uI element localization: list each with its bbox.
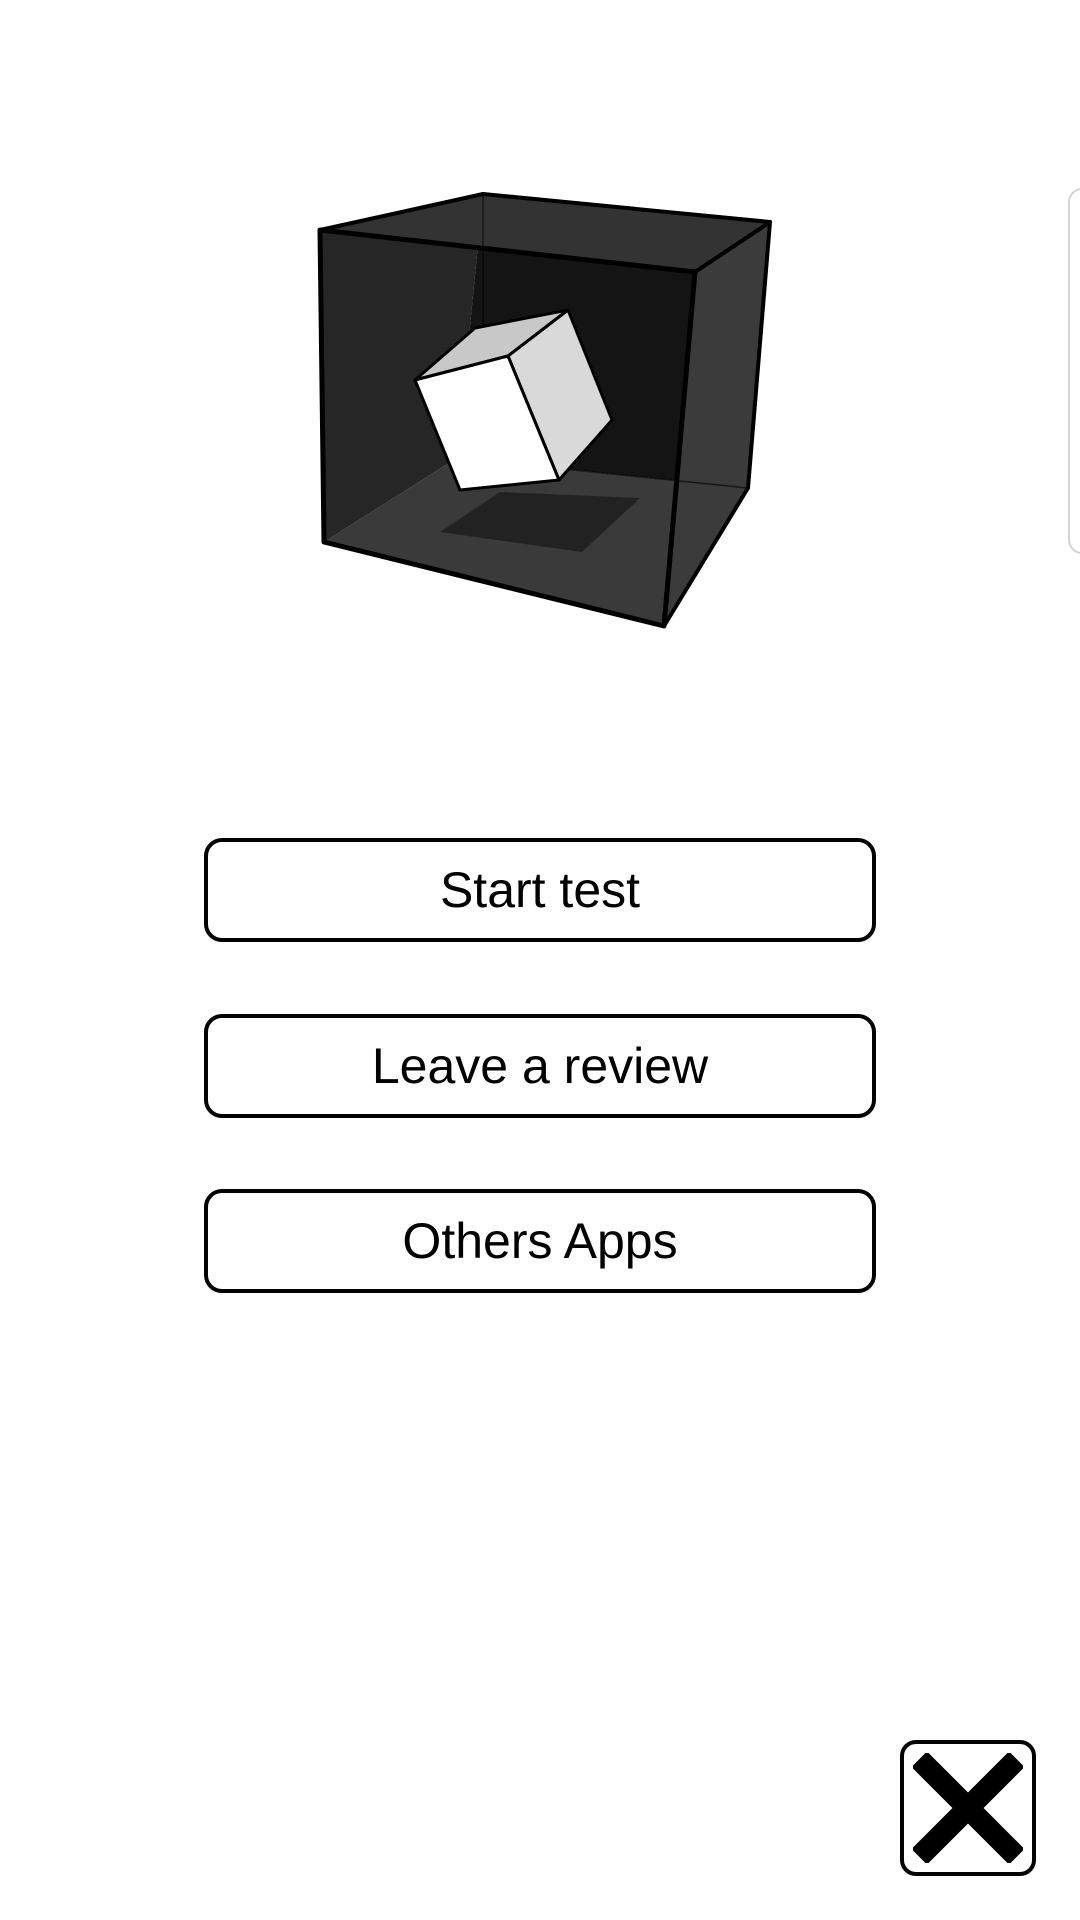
main-menu-screen: Start test Leave a review Others Apps xyxy=(0,0,1080,1920)
leave-review-button[interactable]: Leave a review xyxy=(204,1014,876,1118)
side-panel-handle[interactable] xyxy=(1068,188,1080,554)
cube-in-box-icon xyxy=(300,180,790,630)
start-test-button[interactable]: Start test xyxy=(204,838,876,942)
others-apps-label: Others Apps xyxy=(402,1213,678,1269)
close-icon xyxy=(913,1753,1023,1863)
close-button[interactable] xyxy=(900,1740,1036,1876)
start-test-label: Start test xyxy=(439,862,641,918)
leave-review-label: Leave a review xyxy=(371,1038,709,1094)
others-apps-button[interactable]: Others Apps xyxy=(204,1189,876,1293)
